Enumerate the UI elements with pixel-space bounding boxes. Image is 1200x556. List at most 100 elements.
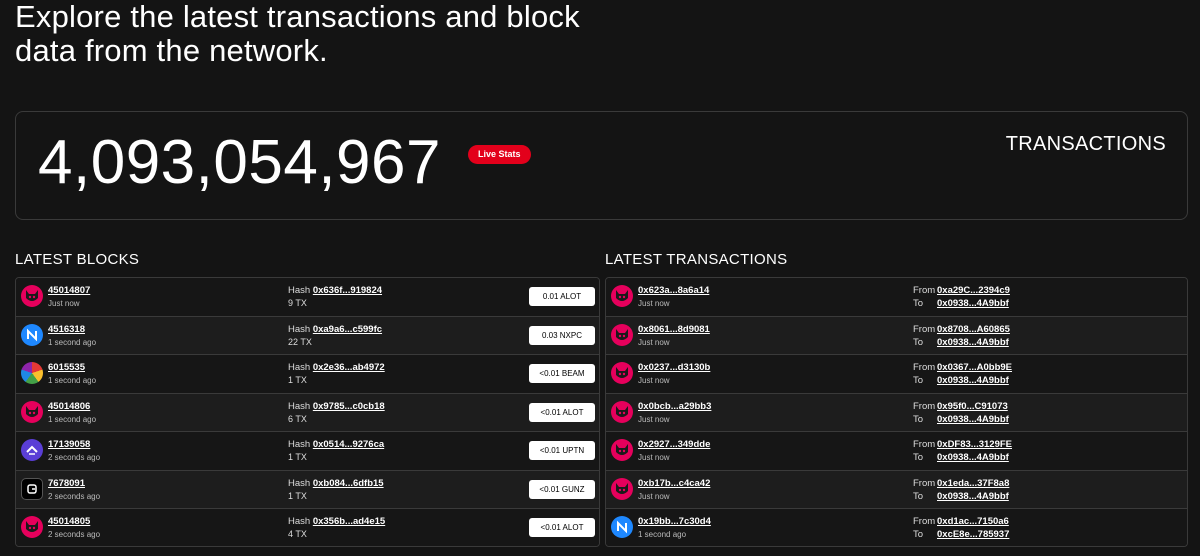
transaction-hash-link[interactable]: 0x19bb...7c30d4 — [638, 516, 711, 527]
from-label: From — [913, 400, 936, 412]
transaction-hash-link[interactable]: 0x0bcb...a29bb3 — [638, 401, 711, 412]
to-label: To — [913, 298, 924, 309]
from-address-link[interactable]: 0x95f0...C91073 — [937, 401, 1008, 412]
transaction-from: From 0x1eda...37F8a8 — [913, 478, 1009, 489]
transaction-hash-link[interactable]: 0xb17b...c4ca42 — [638, 478, 710, 489]
transaction-hash-link[interactable]: 0x623a...8a6a14 — [638, 285, 709, 296]
block-row[interactable]: 45014807 Just now Hash 0x636f...919824 9 TX… — [16, 278, 599, 317]
block-time: Just now — [48, 299, 80, 308]
block-amount-button[interactable]: <0.01 ALOT — [529, 402, 595, 422]
block-amount-button[interactable]: <0.01 ALOT — [529, 518, 595, 537]
block-tx-count: 4 TX — [288, 529, 307, 539]
to-label: To — [913, 336, 924, 348]
transaction-row[interactable]: 0x19bb...7c30d4 1 second ago From 0xd1ac...… — [606, 509, 1187, 546]
block-row[interactable]: 17139058 2 seconds ago Hash 0x0514...9276c… — [16, 432, 599, 471]
from-label: From — [913, 477, 936, 489]
from-address-link[interactable]: 0x8708...A60865 — [937, 324, 1010, 335]
block-row[interactable]: 4516318 1 second ago Hash 0xa9a6...c599fc 2… — [16, 316, 599, 355]
block-hash: Hash 0xb084...6dfb15 — [288, 478, 384, 489]
block-number-link[interactable]: 17139058 — [48, 439, 90, 450]
block-row[interactable]: 7678091 2 seconds ago Hash 0xb084...6dfb15… — [16, 470, 599, 509]
block-tx-count: 22 TX — [288, 336, 312, 347]
block-row[interactable]: 45014806 1 second ago Hash 0x9785...c0cb18… — [16, 393, 599, 432]
block-amount-button[interactable]: 0.01 ALOT — [529, 287, 595, 306]
to-address-link[interactable]: 0x0938...4A9bbf — [937, 491, 1009, 502]
to-address-link[interactable]: 0x0938...4A9bbf — [937, 337, 1009, 348]
block-hash-link[interactable]: 0xa9a6...c599fc — [313, 324, 382, 335]
block-amount-button[interactable]: <0.01 GUNZ — [529, 479, 595, 499]
block-time: 2 seconds ago — [48, 453, 101, 462]
to-address-link[interactable]: 0x0938...4A9bbf — [937, 375, 1009, 386]
transaction-to: To 0x0938...4A9bbf — [913, 375, 1009, 386]
transaction-hash-link[interactable]: 0x2927...349dde — [638, 439, 710, 450]
from-address-link[interactable]: 0xd1ac...7150a6 — [937, 516, 1009, 527]
block-tx-count: 9 TX — [288, 298, 307, 308]
block-number-link[interactable]: 6015535 — [48, 362, 85, 373]
block-time: 2 seconds ago — [48, 530, 101, 539]
transaction-to: To 0x0938...4A9bbf — [913, 337, 1009, 348]
block-amount-button[interactable]: 0.03 NXPC — [529, 325, 595, 345]
transaction-row[interactable]: 0x2927...349dde Just now From 0xDF83...3129… — [606, 432, 1187, 471]
block-row[interactable]: 6015535 1 second ago Hash 0x2e36...ab4972 1… — [16, 355, 599, 394]
block-hash: Hash 0x0514...9276ca — [288, 439, 384, 450]
block-hash: Hash 0x356b...ad4e15 — [288, 516, 385, 527]
block-hash: Hash 0x2e36...ab4972 — [288, 362, 385, 373]
from-address-link[interactable]: 0x1eda...37F8a8 — [937, 478, 1009, 489]
block-tx-count: 1 TX — [288, 490, 307, 501]
transaction-time: Just now — [638, 414, 670, 424]
to-address-link[interactable]: 0xcE8e...785937 — [937, 529, 1009, 540]
transaction-time: Just now — [638, 337, 670, 347]
transaction-row[interactable]: 0x8061...8d9081 Just now From 0x8708...A608… — [606, 316, 1187, 355]
block-hash: Hash 0xa9a6...c599fc — [288, 324, 382, 335]
block-hash: Hash 0x636f...919824 — [288, 285, 382, 296]
from-address-link[interactable]: 0xa29C...2394c9 — [937, 285, 1010, 296]
transaction-row[interactable]: 0x0237...d3130b Just now From 0x0367...A0bb… — [606, 355, 1187, 394]
block-number-link[interactable]: 45014805 — [48, 516, 90, 527]
to-address-link[interactable]: 0x0938...4A9bbf — [937, 452, 1009, 463]
to-address-link[interactable]: 0x0938...4A9bbf — [937, 414, 1009, 425]
latest-transactions-title: LATEST TRANSACTIONS — [605, 251, 788, 268]
block-time: 1 second ago — [48, 414, 97, 424]
block-number-link[interactable]: 7678091 — [48, 478, 85, 489]
cat-icon — [611, 362, 633, 384]
hash-label: Hash — [288, 400, 311, 412]
to-address-link[interactable]: 0x0938...4A9bbf — [937, 298, 1009, 309]
block-hash-link[interactable]: 0x9785...c0cb18 — [313, 401, 385, 412]
transaction-to: To 0xcE8e...785937 — [913, 529, 1009, 540]
transaction-from: From 0xd1ac...7150a6 — [913, 516, 1009, 527]
block-hash-link[interactable]: 0x2e36...ab4972 — [313, 362, 385, 373]
page-headline: Explore the latest transactions and bloc… — [15, 0, 580, 68]
latest-transactions-list: 0x623a...8a6a14 Just now From 0xa29C...2394… — [605, 277, 1188, 547]
transaction-hash-link[interactable]: 0x0237...d3130b — [638, 362, 710, 373]
cat-icon — [21, 400, 43, 423]
block-row[interactable]: 45014805 2 seconds ago Hash 0x356b...ad4e1… — [16, 509, 599, 546]
to-label: To — [913, 452, 924, 463]
block-hash-link[interactable]: 0xb084...6dfb15 — [313, 478, 384, 489]
block-time: 1 second ago — [48, 337, 97, 347]
block-hash-link[interactable]: 0x636f...919824 — [313, 285, 382, 296]
live-stats-badge[interactable]: Live Stats — [468, 145, 531, 164]
block-number-link[interactable]: 45014807 — [48, 285, 90, 296]
transaction-time: Just now — [638, 299, 670, 308]
latest-blocks-list: 45014807 Just now Hash 0x636f...919824 9 TX… — [15, 277, 600, 547]
block-hash-link[interactable]: 0x356b...ad4e15 — [313, 516, 385, 527]
transaction-row[interactable]: 0xb17b...c4ca42 Just now From 0x1eda...37F8… — [606, 470, 1187, 509]
transaction-from: From 0xa29C...2394c9 — [913, 285, 1010, 296]
transaction-hash-link[interactable]: 0x8061...8d9081 — [638, 324, 710, 335]
cat-icon — [21, 285, 43, 307]
from-address-link[interactable]: 0x0367...A0bb9E — [937, 362, 1012, 373]
block-hash-link[interactable]: 0x0514...9276ca — [313, 439, 384, 450]
block-amount-button[interactable]: <0.01 BEAM — [529, 364, 595, 383]
block-number-link[interactable]: 4516318 — [48, 324, 85, 335]
beam-icon — [21, 362, 43, 384]
transaction-row[interactable]: 0x623a...8a6a14 Just now From 0xa29C...2394… — [606, 278, 1187, 317]
block-number-link[interactable]: 45014806 — [48, 401, 90, 412]
transaction-time: 1 second ago — [638, 530, 687, 539]
hash-label: Hash — [288, 323, 311, 335]
transaction-row[interactable]: 0x0bcb...a29bb3 Just now From 0x95f0...C910… — [606, 393, 1187, 432]
hash-label: Hash — [288, 439, 311, 450]
transaction-from: From 0x95f0...C91073 — [913, 401, 1008, 412]
from-address-link[interactable]: 0xDF83...3129FE — [937, 439, 1012, 450]
transactions-label: TRANSACTIONS — [1005, 133, 1166, 155]
block-amount-button[interactable]: <0.01 UPTN — [529, 441, 595, 460]
